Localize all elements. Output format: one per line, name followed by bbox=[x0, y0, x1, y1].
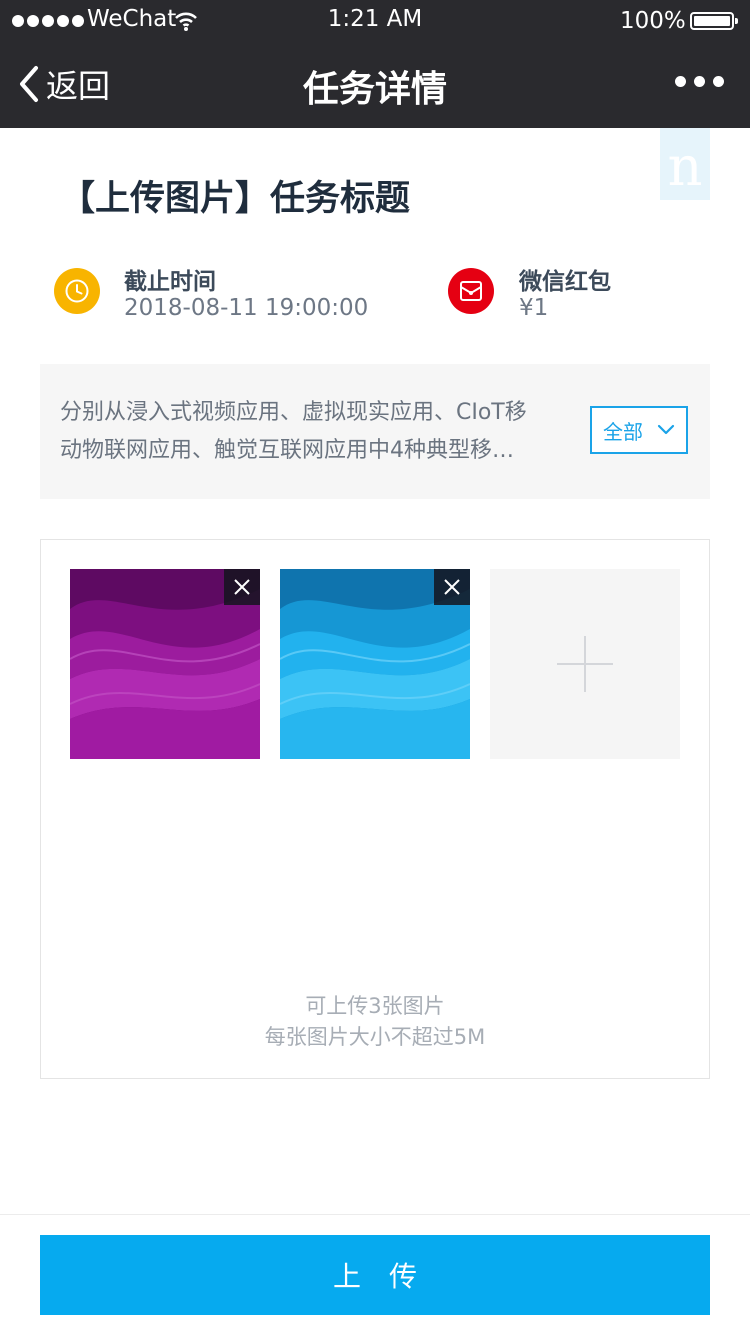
description-line-2: 动物联网应用、触觉互联网应用中4种典型移… bbox=[60, 438, 514, 463]
top-bar: WeChat 1:21 AM 100% 返回 任务详情 bbox=[0, 0, 750, 128]
deadline-value: 2018-08-11 19:00:00 bbox=[124, 295, 369, 321]
description-line-1: 分别从浸入式视频应用、虚拟现实应用、CIoT移 bbox=[60, 400, 527, 425]
chevron-left-icon bbox=[20, 66, 38, 102]
page-title: 任务详情 bbox=[302, 69, 447, 110]
add-image-button[interactable] bbox=[490, 569, 680, 759]
upload-submit-button[interactable]: 上传 bbox=[40, 1235, 710, 1315]
more-dot-icon bbox=[675, 76, 686, 87]
chevron-down-icon bbox=[657, 424, 675, 435]
footer-bar: 上传 bbox=[0, 1214, 750, 1335]
close-icon bbox=[444, 579, 460, 595]
description-box: 分别从浸入式视频应用、虚拟现实应用、CIoT移 动物联网应用、触觉互联网应用中4… bbox=[40, 364, 710, 499]
more-dot-icon bbox=[694, 76, 705, 87]
task-title: 【上传图片】任务标题 bbox=[60, 179, 411, 219]
image-upload-panel: 可上传3张图片 每张图片大小不超过5M bbox=[40, 539, 710, 1079]
reward-value: ¥1 bbox=[519, 295, 549, 321]
description-text: 分别从浸入式视频应用、虚拟现实应用、CIoT移 动物联网应用、触觉互联网应用中4… bbox=[60, 394, 580, 470]
clock-icon bbox=[54, 268, 100, 314]
status-bar: WeChat 1:21 AM 100% bbox=[0, 0, 750, 44]
remove-image-1-button[interactable] bbox=[224, 569, 260, 605]
red-envelope-icon bbox=[448, 268, 494, 314]
more-options-button[interactable] bbox=[675, 76, 724, 87]
reward-label: 微信红包 bbox=[519, 269, 611, 295]
corner-badge: n bbox=[660, 128, 710, 200]
remove-image-2-button[interactable] bbox=[434, 569, 470, 605]
expand-label: 全部 bbox=[603, 419, 643, 444]
battery-percentage: 100% bbox=[620, 8, 686, 34]
deadline-label: 截止时间 bbox=[124, 269, 216, 295]
uploaded-image-1[interactable] bbox=[70, 569, 260, 759]
battery-icon bbox=[690, 12, 738, 30]
plus-icon bbox=[557, 636, 613, 692]
back-button[interactable]: 返回 bbox=[18, 62, 110, 106]
upload-size-hint: 每张图片大小不超过5M bbox=[264, 1025, 486, 1049]
navigation-bar: 返回 任务详情 bbox=[0, 44, 750, 128]
more-dot-icon bbox=[713, 76, 724, 87]
upload-count-hint: 可上传3张图片 bbox=[305, 994, 445, 1018]
uploaded-image-2[interactable] bbox=[280, 569, 470, 759]
close-icon bbox=[234, 579, 250, 595]
expand-description-button[interactable]: 全部 bbox=[590, 406, 688, 454]
back-label: 返回 bbox=[46, 67, 111, 105]
